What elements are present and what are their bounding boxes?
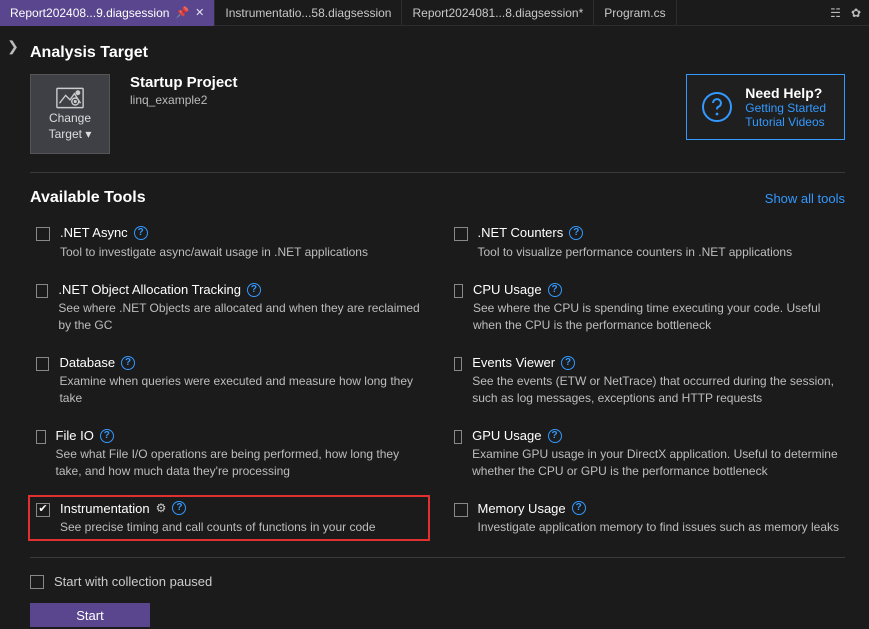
divider xyxy=(30,172,845,173)
info-icon[interactable]: ? xyxy=(548,283,562,297)
pin-icon[interactable]: 📌 xyxy=(175,6,189,19)
tab-instrumentation[interactable]: Instrumentatio...58.diagsession xyxy=(215,0,402,26)
info-icon[interactable]: ? xyxy=(100,429,114,443)
tool-checkbox[interactable] xyxy=(36,284,48,298)
tool-name: .NET Counters? xyxy=(478,225,793,241)
target-icon xyxy=(56,87,84,109)
info-icon[interactable]: ? xyxy=(572,501,586,515)
help-link-tutorial-videos[interactable]: Tutorial Videos xyxy=(745,115,826,129)
tool-checkbox[interactable] xyxy=(36,227,50,241)
tab-label: Program.cs xyxy=(604,6,665,20)
tool-desc: See what File I/O operations are being p… xyxy=(56,446,422,478)
tab-program-cs[interactable]: Program.cs xyxy=(594,0,676,26)
tool--net-async: .NET Async? Tool to investigate async/awa… xyxy=(30,221,428,264)
expand-icon[interactable]: ❯ xyxy=(7,38,19,629)
tool-checkbox[interactable] xyxy=(454,284,463,298)
tool-cpu-usage: CPU Usage? See where the CPU is spending … xyxy=(448,278,846,337)
tool-instrumentation: Instrumentation⚙? See precise timing and … xyxy=(30,497,428,540)
tool-checkbox[interactable] xyxy=(36,357,49,371)
info-icon[interactable]: ? xyxy=(569,226,583,240)
tab-label: Report2024081...8.diagsession* xyxy=(412,6,583,20)
tool-name: Instrumentation⚙? xyxy=(60,501,376,517)
tool-memory-usage: Memory Usage? Investigate application mem… xyxy=(448,497,846,540)
main-content: Analysis Target Change Target ▾ Startup … xyxy=(26,26,869,629)
info-icon[interactable]: ? xyxy=(121,356,135,370)
tool-events-viewer: Events Viewer? See the events (ETW or Net… xyxy=(448,351,846,410)
settings-icon[interactable]: ✿ xyxy=(851,6,861,20)
tool-desc: Tool to visualize performance counters i… xyxy=(478,244,793,260)
gear-icon[interactable]: ⚙ xyxy=(156,501,167,515)
startup-subtitle: linq_example2 xyxy=(130,93,238,107)
tool-desc: See the events (ETW or NetTrace) that oc… xyxy=(472,373,839,405)
tool-checkbox[interactable] xyxy=(454,503,468,517)
tools-grid: .NET Async? Tool to investigate async/awa… xyxy=(30,221,845,539)
tool-name: Events Viewer? xyxy=(472,355,839,371)
tabbar-tools: ☵ ✿ xyxy=(830,6,869,20)
info-icon[interactable]: ? xyxy=(548,429,562,443)
footer: Start with collection paused Start xyxy=(30,574,845,627)
start-paused-option[interactable]: Start with collection paused xyxy=(30,574,845,589)
info-icon[interactable]: ? xyxy=(561,356,575,370)
tool-name: GPU Usage? xyxy=(472,428,839,444)
analysis-target-heading: Analysis Target xyxy=(30,44,845,62)
available-tools-heading: Available Tools xyxy=(30,189,765,207)
tool-desc: Examine GPU usage in your DirectX applic… xyxy=(472,446,839,478)
divider xyxy=(30,557,845,558)
startup-project: Startup Project linq_example2 xyxy=(130,74,238,107)
tool-desc: Examine when queries were executed and m… xyxy=(59,373,421,405)
tool-checkbox[interactable] xyxy=(454,430,463,444)
overflow-icon[interactable]: ☵ xyxy=(830,6,841,20)
info-icon[interactable]: ? xyxy=(172,501,186,515)
tool--net-object-allocation-tracking: .NET Object Allocation Tracking? See wher… xyxy=(30,278,428,337)
tool-name: .NET Object Allocation Tracking? xyxy=(58,282,421,298)
tab-bar: Report202408...9.diagsession 📌 ✕ Instrum… xyxy=(0,0,869,26)
help-icon xyxy=(701,91,733,123)
tool-desc: See where the CPU is spending time execu… xyxy=(473,300,839,332)
help-card: Need Help? Getting Started Tutorial Vide… xyxy=(686,74,845,140)
show-all-tools-link[interactable]: Show all tools xyxy=(765,191,845,206)
info-icon[interactable]: ? xyxy=(134,226,148,240)
tool-name: CPU Usage? xyxy=(473,282,839,298)
tool-name: Database? xyxy=(59,355,421,371)
tool-desc: See where .NET Objects are allocated and… xyxy=(58,300,421,332)
tool-desc: Investigate application memory to find i… xyxy=(478,519,840,535)
tab-label: Report202408...9.diagsession xyxy=(10,6,169,20)
tool-file-io: File IO? See what File I/O operations are… xyxy=(30,424,428,483)
tool-desc: See precise timing and call counts of fu… xyxy=(60,519,376,535)
close-icon[interactable]: ✕ xyxy=(195,6,204,19)
tab-label: Instrumentatio...58.diagsession xyxy=(225,6,391,20)
help-link-getting-started[interactable]: Getting Started xyxy=(745,101,826,115)
help-title: Need Help? xyxy=(745,85,826,101)
target-row: Change Target ▾ Startup Project linq_exa… xyxy=(30,74,845,154)
caret-down-icon: ▾ xyxy=(85,127,91,141)
tool-checkbox[interactable] xyxy=(36,503,50,517)
info-icon[interactable]: ? xyxy=(247,283,261,297)
tab-report9[interactable]: Report202408...9.diagsession 📌 ✕ xyxy=(0,0,215,26)
tool-name: File IO? xyxy=(56,428,422,444)
start-paused-checkbox[interactable] xyxy=(30,575,44,589)
startup-title: Startup Project xyxy=(130,74,238,91)
change-target-button[interactable]: Change Target ▾ xyxy=(30,74,110,154)
tool-checkbox[interactable] xyxy=(36,430,46,444)
tool-name: Memory Usage? xyxy=(478,501,840,517)
tool--net-counters: .NET Counters? Tool to visualize performa… xyxy=(448,221,846,264)
tool-checkbox[interactable] xyxy=(454,357,463,371)
gutter: ❯ xyxy=(0,26,26,629)
tool-checkbox[interactable] xyxy=(454,227,468,241)
tool-gpu-usage: GPU Usage? Examine GPU usage in your Dire… xyxy=(448,424,846,483)
tool-desc: Tool to investigate async/await usage in… xyxy=(60,244,368,260)
start-button[interactable]: Start xyxy=(30,603,150,627)
tool-database: Database? Examine when queries were execu… xyxy=(30,351,428,410)
start-paused-label: Start with collection paused xyxy=(54,574,212,589)
tab-report8[interactable]: Report2024081...8.diagsession* xyxy=(402,0,594,26)
tool-name: .NET Async? xyxy=(60,225,368,241)
